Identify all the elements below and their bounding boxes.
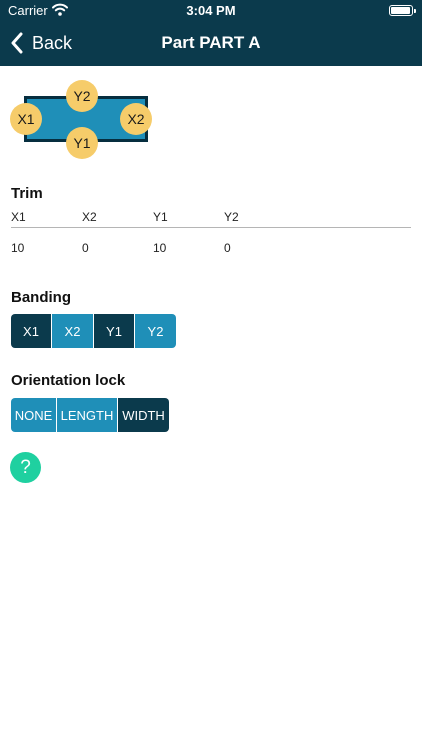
navigation-bar: Back Part PART A xyxy=(0,22,422,66)
top-bar: Carrier 3:04 PM Back Part PART A xyxy=(0,0,422,66)
status-time: 3:04 PM xyxy=(186,3,236,18)
question-mark-icon: ? xyxy=(20,456,31,478)
trim-values-row: 10 0 10 0 xyxy=(11,241,411,257)
banding-x1-button[interactable]: X1 xyxy=(11,314,52,348)
banding-heading: Banding xyxy=(11,289,71,306)
trim-heading: Trim xyxy=(11,185,43,202)
trim-value-x2[interactable]: 0 xyxy=(82,241,89,255)
edge-badge-right: X2 xyxy=(120,103,152,135)
orientation-none-button[interactable]: NONE xyxy=(11,398,57,432)
trim-header-x2: X2 xyxy=(82,210,97,224)
trim-value-x1[interactable]: 10 xyxy=(11,241,24,255)
banding-x2-button[interactable]: X2 xyxy=(52,314,94,348)
trim-header-y1: Y1 xyxy=(153,210,168,224)
trim-header-y2: Y2 xyxy=(224,210,239,224)
edge-badge-left: X1 xyxy=(10,103,42,135)
banding-y1-button[interactable]: Y1 xyxy=(94,314,135,348)
banding-y2-button[interactable]: Y2 xyxy=(135,314,176,348)
trim-header-x1: X1 xyxy=(11,210,26,224)
status-bar: Carrier 3:04 PM xyxy=(0,0,422,22)
part-diagram: Y2 X1 X2 Y1 xyxy=(10,76,155,162)
orientation-lock-segmented-control: NONE LENGTH WIDTH xyxy=(11,398,169,432)
help-button[interactable]: ? xyxy=(10,452,41,483)
edge-badge-bottom: Y1 xyxy=(66,127,98,159)
page-title: Part PART A xyxy=(161,33,261,52)
battery-icon xyxy=(389,5,416,16)
banding-toggle-group: X1 X2 Y1 Y2 xyxy=(11,314,176,348)
orientation-width-button[interactable]: WIDTH xyxy=(118,398,169,432)
orientation-length-button[interactable]: LENGTH xyxy=(57,398,118,432)
edge-badge-top: Y2 xyxy=(66,80,98,112)
trim-value-y2[interactable]: 0 xyxy=(224,241,231,255)
trim-value-y1[interactable]: 10 xyxy=(153,241,166,255)
trim-table-header: X1 X2 Y1 Y2 xyxy=(11,210,411,228)
orientation-lock-heading: Orientation lock xyxy=(11,372,126,389)
